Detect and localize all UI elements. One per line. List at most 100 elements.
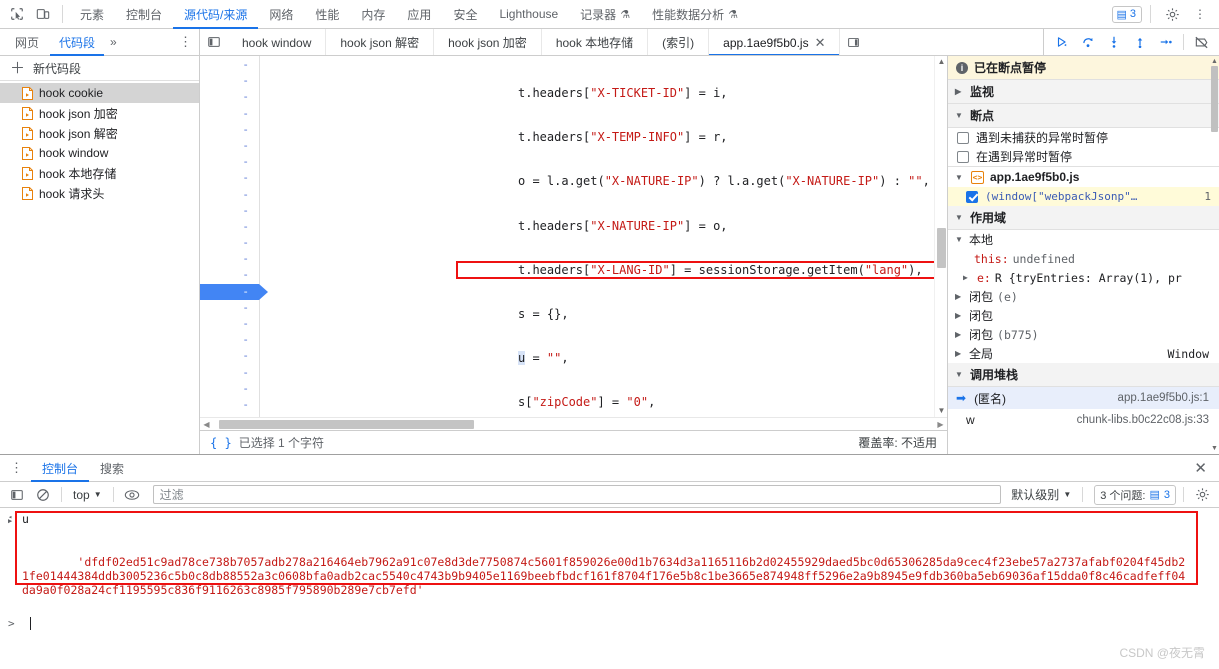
step-into-next-function-call-button[interactable] [1102, 30, 1126, 54]
tab-elements[interactable]: 元素 [69, 0, 115, 29]
scroll-left-arrow-icon[interactable]: ◀ [200, 420, 213, 429]
snippet-item-hook-localstorage[interactable]: hook 本地存储 [0, 163, 199, 183]
file-tab-hook-json-decrypt[interactable]: hook json 解密 [326, 29, 435, 55]
console-context-selector[interactable]: top ▼ [69, 488, 106, 502]
gutter-line[interactable]: - [200, 381, 259, 397]
step-over-next-function-call-button[interactable] [1076, 30, 1100, 54]
console-issues-badge[interactable]: 3 个问题: ▤ 3 [1094, 484, 1176, 505]
resume-script-execution-button[interactable] [1050, 30, 1074, 54]
editor-horizontal-scrollbar[interactable]: ◀ ▶ [200, 417, 947, 430]
gutter-line[interactable]: - [200, 122, 259, 138]
gutter-line[interactable]: - [200, 300, 259, 316]
pause-on-caught-exceptions-row[interactable]: 在遇到异常时暂停 [948, 147, 1219, 166]
chevron-right-icon[interactable]: ▶ [963, 273, 973, 282]
snippet-item-hook-cookie[interactable]: hook cookie [0, 83, 199, 103]
more-vertical-icon[interactable]: ⋮ [0, 460, 31, 476]
gutter-line[interactable]: - [200, 138, 259, 154]
scope-global[interactable]: ▶ 全局 Window [948, 344, 1219, 363]
gear-icon[interactable] [1159, 1, 1185, 27]
snippet-item-hook-headers[interactable]: hook 请求头 [0, 183, 199, 203]
gutter-line[interactable]: - [200, 106, 259, 122]
gutter-line-execution-pointer[interactable]: - [200, 283, 268, 300]
chevron-overflow-icon[interactable]: » [106, 35, 121, 49]
file-tab-hook-json-encrypt[interactable]: hook json 加密 [434, 29, 542, 55]
close-icon[interactable]: ✕ [815, 36, 826, 49]
scope-closure[interactable]: ▶ 闭包 [948, 306, 1219, 325]
tab-application[interactable]: 应用 [396, 0, 442, 29]
breakpoint-file-group[interactable]: ▼ <> app.1ae9f5b0.js [948, 166, 1219, 187]
step-button[interactable] [1154, 30, 1178, 54]
more-vertical-icon[interactable]: ⋮ [172, 34, 199, 50]
console-log-level-selector[interactable]: 默认级别 ▼ [1011, 486, 1075, 503]
gutter-line[interactable]: - [200, 187, 259, 203]
step-out-of-current-function-button[interactable] [1128, 30, 1152, 54]
file-tab-app-js[interactable]: app.1ae9f5b0.js ✕ [709, 29, 841, 55]
more-vertical-icon[interactable]: ⋮ [1187, 1, 1213, 27]
console-messages[interactable]: ▶ u ◂ 'dfdf02ed51c9ad78ce738b7057adb278a… [0, 508, 1219, 669]
scroll-down-arrow-icon[interactable]: ▼ [935, 405, 947, 417]
deactivate-breakpoints-button[interactable] [1189, 30, 1213, 54]
gutter-line[interactable]: - [200, 73, 259, 89]
nav-tab-snippets[interactable]: 代码段 [50, 29, 105, 56]
more-tabs-icon[interactable] [840, 29, 866, 55]
call-stack-frame-w[interactable]: w chunk-libs.b0c22c08.js:33 [948, 409, 1219, 431]
scroll-thumb[interactable] [219, 419, 474, 429]
close-drawer-icon[interactable]: ✕ [1182, 459, 1219, 477]
tab-recorder[interactable]: 记录器 ⚗ [569, 0, 641, 29]
scroll-up-arrow-icon[interactable]: ▲ [935, 56, 947, 68]
gutter-line[interactable]: - [200, 365, 259, 381]
scroll-right-arrow-icon[interactable]: ▶ [934, 420, 947, 429]
call-stack-frame-anonymous[interactable]: ➡ (匿名) app.1ae9f5b0.js:1 [948, 387, 1219, 409]
console-settings-icon[interactable] [1191, 484, 1213, 506]
device-toolbar-icon[interactable] [30, 1, 56, 27]
pretty-print-icon[interactable]: { } [210, 436, 232, 450]
file-tab-index[interactable]: (索引) [648, 29, 710, 55]
tab-console[interactable]: 控制台 [115, 0, 173, 29]
tab-performance[interactable]: 性能 [304, 0, 350, 29]
gutter-line[interactable]: - [200, 219, 259, 235]
scope-section-header[interactable]: ▼ 作用域 [948, 206, 1219, 230]
gutter-line[interactable]: - [200, 235, 259, 251]
tab-sources[interactable]: 源代码/来源 [173, 0, 259, 29]
call-stack-section-header[interactable]: ▼ 调用堆栈 [948, 363, 1219, 387]
scope-local-header[interactable]: ▼ 本地 [948, 230, 1219, 249]
editor-gutter[interactable]: - - - - - - - - - - - - - - - - - - - - … [200, 56, 268, 417]
gutter-line[interactable]: - [200, 397, 259, 413]
gutter-line[interactable]: - [200, 170, 259, 186]
issues-badge[interactable]: ▤ 3 [1112, 5, 1142, 23]
scroll-thumb[interactable] [937, 228, 946, 268]
gutter-line[interactable]: - [200, 203, 259, 219]
snippet-item-hook-window[interactable]: hook window [0, 143, 199, 163]
watch-section-header[interactable]: ▶ 监视 [948, 80, 1219, 104]
gutter-line[interactable]: - [200, 154, 259, 170]
tab-security[interactable]: 安全 [442, 0, 488, 29]
scope-closure-b775[interactable]: ▶ 闭包 (b775) [948, 325, 1219, 344]
nav-tab-page[interactable]: 网页 [6, 29, 48, 56]
breakpoint-item[interactable]: (window["webpackJsonp"… 1 [948, 187, 1219, 206]
show-navigator-icon[interactable] [200, 29, 228, 55]
checkbox-pause-caught[interactable] [957, 150, 969, 163]
pause-on-uncaught-exceptions-row[interactable]: 遇到未捕获的异常时暂停 [948, 128, 1219, 147]
tab-lighthouse[interactable]: Lighthouse [488, 0, 569, 29]
checkbox-breakpoint-enabled[interactable] [966, 190, 978, 203]
gutter-line[interactable]: - [200, 251, 259, 267]
gutter-line[interactable]: - [200, 57, 259, 73]
drawer-tab-console[interactable]: 控制台 [31, 455, 90, 482]
new-snippet-button[interactable]: ＋ 新代码段 [0, 56, 199, 81]
console-filter-input[interactable] [152, 485, 1002, 504]
sidebar-vertical-scrollbar[interactable]: ▲ ▼ [1210, 56, 1219, 454]
gutter-line[interactable]: - [200, 316, 259, 332]
drawer-tab-search[interactable]: 搜索 [89, 455, 135, 482]
gutter-line[interactable]: - [200, 89, 259, 105]
scope-property-e[interactable]: ▶ e: R {tryEntries: Array(1), pr [948, 268, 1219, 287]
clear-console-icon[interactable] [32, 484, 54, 506]
live-expression-icon[interactable] [121, 484, 143, 506]
inspect-element-icon[interactable] [4, 1, 30, 27]
file-tab-hook-localstorage[interactable]: hook 本地存储 [542, 29, 649, 55]
snippet-item-hook-json-decrypt[interactable]: hook json 解密 [0, 123, 199, 143]
breakpoints-section-header[interactable]: ▼ 断点 [948, 104, 1219, 128]
gutter-line[interactable]: - [200, 332, 259, 348]
console-sidebar-icon[interactable] [6, 484, 28, 506]
code-view[interactable]: - - - - - - - - - - - - - - - - - - - - … [200, 56, 947, 417]
file-tab-hook-window[interactable]: hook window [228, 29, 327, 55]
